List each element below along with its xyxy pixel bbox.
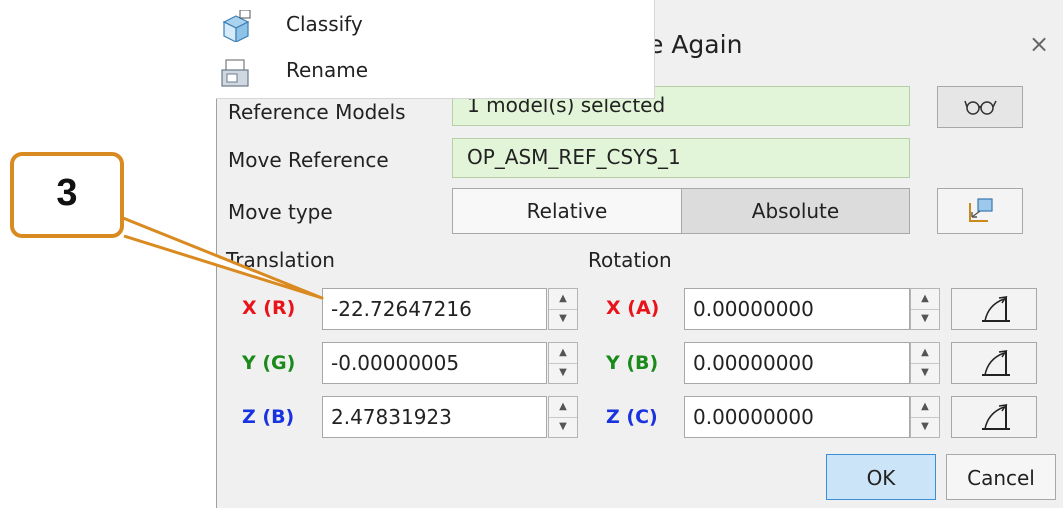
callout-leader <box>107 210 324 300</box>
callout-badge: 3 <box>10 152 124 238</box>
